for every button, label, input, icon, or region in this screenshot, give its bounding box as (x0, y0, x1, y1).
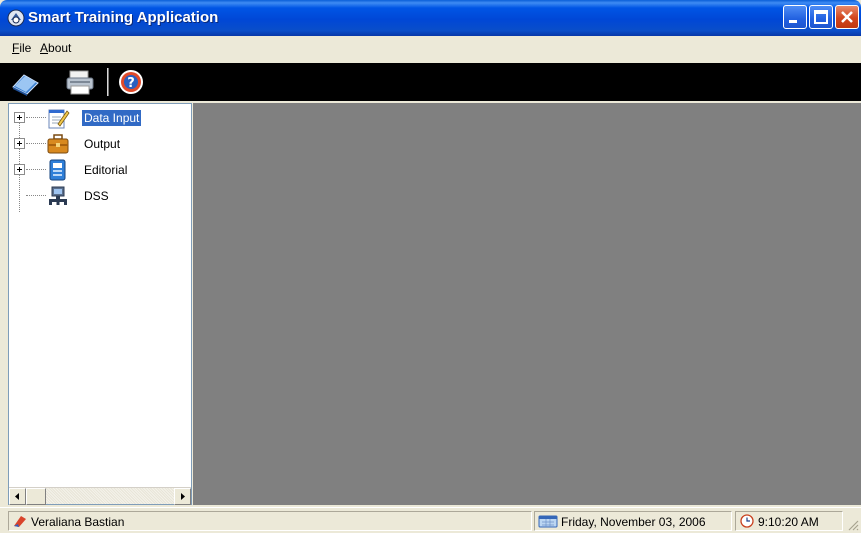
menu-bar: File About (0, 36, 861, 60)
scroll-thumb[interactable] (26, 488, 46, 505)
minimize-button[interactable] (783, 5, 807, 29)
navigation-tree[interactable]: Data Input Output Editorial DSS (8, 103, 192, 505)
status-time: 9:10:20 AM (758, 515, 819, 529)
status-user-pane: Veraliana Bastian (8, 511, 532, 531)
notepad-pen-icon (48, 109, 70, 129)
briefcase-icon (47, 134, 69, 154)
toolbar: ? (0, 63, 861, 101)
status-bar: Veraliana Bastian Friday, November 03, 2… (0, 507, 861, 533)
close-icon (841, 11, 853, 23)
print-button[interactable] (64, 67, 96, 97)
menu-file[interactable]: File (12, 41, 31, 55)
tree-connector (26, 195, 46, 196)
tree-node-data-input[interactable]: Data Input (9, 106, 189, 130)
user-icon (14, 516, 26, 527)
tree-connector (26, 117, 46, 118)
printer-icon (66, 70, 94, 95)
open-book-icon (12, 74, 39, 96)
expand-toggle[interactable] (14, 112, 25, 123)
tree-node-editorial[interactable]: Editorial (9, 158, 189, 182)
arrow-right-icon (181, 493, 185, 500)
app-icon (7, 9, 25, 27)
scroll-left-button[interactable] (9, 488, 26, 505)
menu-about[interactable]: About (40, 41, 71, 55)
status-date: Friday, November 03, 2006 (561, 515, 706, 529)
network-computer-icon (49, 186, 67, 205)
menu-about-accel: A (40, 41, 49, 55)
help-button[interactable]: ? (116, 67, 148, 97)
svg-text:?: ? (127, 76, 135, 91)
tree-node-label[interactable]: Editorial (82, 162, 129, 178)
tree-node-dss[interactable]: DSS (9, 184, 189, 208)
minimize-icon (789, 20, 797, 23)
window-title: Smart Training Application (28, 9, 219, 26)
clock-icon (740, 514, 754, 528)
calendar-icon (538, 515, 558, 528)
tree-node-label[interactable]: DSS (82, 188, 111, 204)
mdi-client-area[interactable] (193, 103, 861, 505)
title-bar[interactable]: Smart Training Application (0, 0, 861, 36)
tree-connector (26, 143, 46, 144)
tree-node-label[interactable]: Output (82, 136, 122, 152)
maximize-button[interactable] (809, 5, 833, 29)
status-time-pane: 9:10:20 AM (735, 511, 843, 531)
help-icon: ? (119, 70, 143, 94)
open-button[interactable] (10, 67, 42, 97)
tree-node-label[interactable]: Data Input (82, 110, 142, 126)
expand-toggle[interactable] (14, 164, 25, 175)
status-user-name: Veraliana Bastian (31, 515, 125, 529)
arrow-left-icon (15, 493, 19, 500)
expand-toggle[interactable] (14, 138, 25, 149)
menu-about-label: bout (48, 41, 72, 55)
scroll-right-button[interactable] (174, 488, 191, 505)
resize-grip-icon[interactable] (847, 519, 859, 531)
tree-node-output[interactable]: Output (9, 132, 189, 156)
menu-file-label: ile (19, 41, 32, 55)
tree-connector (26, 169, 46, 170)
horizontal-scrollbar[interactable] (9, 487, 191, 505)
document-book-icon (49, 159, 66, 181)
status-date-pane: Friday, November 03, 2006 (534, 511, 732, 531)
close-button[interactable] (835, 5, 859, 29)
maximize-icon (814, 10, 828, 24)
toolbar-separator (107, 68, 109, 96)
